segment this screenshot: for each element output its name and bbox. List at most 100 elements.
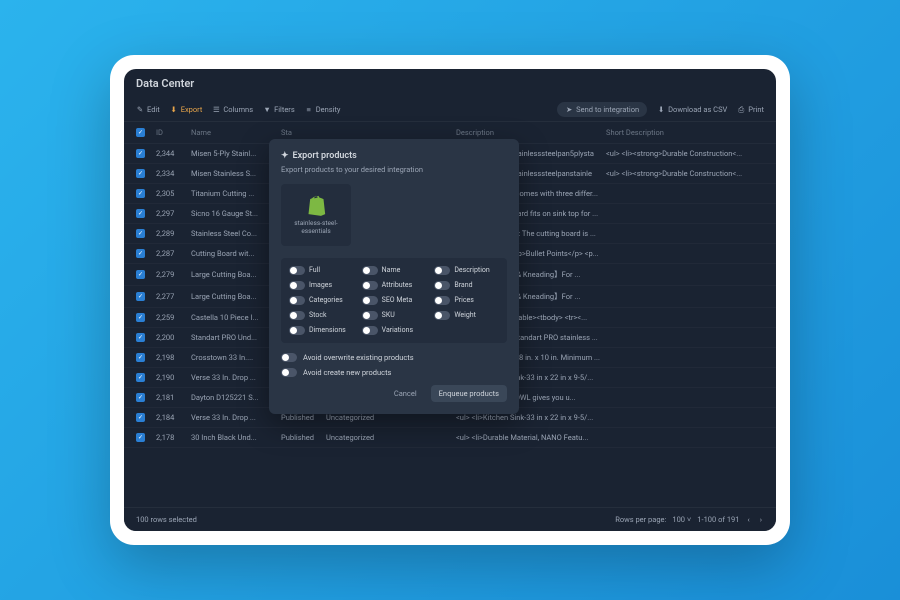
export-option: Images	[289, 281, 354, 290]
print-button[interactable]: ⎙ Print	[737, 105, 764, 114]
filter-icon: ▼	[263, 106, 271, 114]
cell-name: Misen Stainless S...	[191, 169, 281, 178]
table-row[interactable]: 2,17830 Inch Black Und...PublishedUncate…	[124, 428, 776, 448]
row-checkbox[interactable]	[136, 373, 145, 382]
pencil-icon: ✎	[136, 106, 144, 114]
header-status[interactable]: Sta	[281, 128, 326, 137]
header-type[interactable]	[326, 128, 456, 137]
row-checkbox[interactable]	[136, 270, 145, 279]
cell-id: 2,334	[156, 169, 191, 178]
export-option: Stock	[289, 311, 354, 320]
cell-name: Standart PRO Und...	[191, 333, 281, 342]
option-toggle[interactable]	[434, 266, 450, 275]
send-integration-button[interactable]: ➤ Send to integration	[557, 102, 647, 117]
row-checkbox[interactable]	[136, 393, 145, 402]
rows-per-page-select[interactable]: 100 ˅	[672, 515, 691, 524]
option-toggle[interactable]	[289, 296, 305, 305]
cell-id: 2,200	[156, 333, 191, 342]
row-checkbox[interactable]	[136, 249, 145, 258]
export-products-modal: ✦ Export products Export products to you…	[269, 139, 519, 414]
modal-subtitle: Export products to your desired integrat…	[281, 165, 507, 174]
cell-id: 2,287	[156, 249, 191, 258]
option-toggle[interactable]	[289, 311, 305, 320]
header-checkbox[interactable]	[136, 128, 156, 137]
option-label: Variations	[382, 326, 413, 334]
cell-name: Castella 10 Piece I...	[191, 313, 281, 322]
avoid-create-toggle[interactable]	[281, 368, 297, 377]
option-toggle[interactable]	[362, 266, 378, 275]
header-short-description[interactable]: Short Description	[606, 128, 764, 137]
avoid-overwrite-label: Avoid overwrite existing products	[303, 353, 414, 362]
integration-card[interactable]: stainless-steel-essentials	[281, 184, 351, 246]
option-toggle[interactable]	[289, 326, 305, 335]
pagination: Rows per page: 100 ˅ 1-100 of 191 ‹ ›	[615, 515, 764, 524]
export-button[interactable]: ⬇ Export	[170, 105, 203, 114]
option-label: SEO Meta	[382, 296, 413, 304]
enqueue-button[interactable]: Enqueue products	[431, 385, 507, 402]
avoid-create-row: Avoid create new products	[281, 368, 507, 377]
cell-name: Misen 5-Ply Stainl...	[191, 149, 281, 158]
columns-icon: ☰	[212, 106, 220, 114]
option-toggle[interactable]	[434, 296, 450, 305]
option-label: Dimensions	[309, 326, 346, 334]
row-checkbox[interactable]	[136, 333, 145, 342]
cancel-button[interactable]: Cancel	[386, 385, 425, 402]
option-label: Categories	[309, 296, 343, 304]
cell-name: Crosstown 33 In....	[191, 353, 281, 362]
option-toggle[interactable]	[362, 281, 378, 290]
filters-button[interactable]: ▼ Filters	[263, 105, 295, 114]
page-range: 1-100 of 191	[697, 515, 739, 524]
columns-label: Columns	[223, 105, 253, 114]
cell-id: 2,259	[156, 313, 191, 322]
cell-id: 2,305	[156, 189, 191, 198]
filters-label: Filters	[274, 105, 295, 114]
cell-name: Dayton D125221 S...	[191, 393, 281, 402]
row-checkbox[interactable]	[136, 413, 145, 422]
option-label: Name	[382, 266, 401, 274]
prev-page-button[interactable]: ‹	[745, 515, 751, 524]
row-checkbox[interactable]	[136, 149, 145, 158]
option-label: Full	[309, 266, 320, 274]
option-toggle[interactable]	[362, 326, 378, 335]
columns-button[interactable]: ☰ Columns	[212, 105, 253, 114]
download-label: Download as CSV	[668, 105, 727, 114]
option-toggle[interactable]	[289, 281, 305, 290]
option-toggle[interactable]	[362, 296, 378, 305]
edit-button[interactable]: ✎ Edit	[136, 105, 160, 114]
row-checkbox[interactable]	[136, 292, 145, 301]
cell-name: Verse 33 In. Drop ...	[191, 373, 281, 382]
next-page-button[interactable]: ›	[758, 515, 764, 524]
cell-status: Published	[281, 433, 326, 442]
export-option: Attributes	[362, 281, 427, 290]
header-name[interactable]: Name	[191, 128, 281, 137]
cell-id: 2,181	[156, 393, 191, 402]
export-option: Categories	[289, 296, 354, 305]
option-toggle[interactable]	[434, 311, 450, 320]
row-checkbox[interactable]	[136, 433, 145, 442]
cell-short-description: <ul> <li><strong>Durable Construction<..…	[606, 149, 764, 158]
cell-id: 2,198	[156, 353, 191, 362]
download-icon: ⬇	[170, 106, 178, 114]
row-checkbox[interactable]	[136, 169, 145, 178]
cell-id: 2,184	[156, 413, 191, 422]
header-description[interactable]: Description	[456, 128, 606, 137]
download-csv-button[interactable]: ⬇ Download as CSV	[657, 105, 727, 114]
download-icon: ⬇	[657, 106, 665, 114]
row-checkbox[interactable]	[136, 353, 145, 362]
export-option: Weight	[434, 311, 499, 320]
avoid-overwrite-toggle[interactable]	[281, 353, 297, 362]
row-checkbox[interactable]	[136, 313, 145, 322]
row-checkbox[interactable]	[136, 229, 145, 238]
option-toggle[interactable]	[289, 266, 305, 275]
send-icon: ➤	[565, 106, 573, 114]
toolbar: ✎ Edit ⬇ Export ☰ Columns ▼ Filters ≡ De…	[124, 98, 776, 122]
header-id[interactable]: ID	[156, 128, 191, 137]
option-toggle[interactable]	[434, 281, 450, 290]
app-screen: Data Center ✎ Edit ⬇ Export ☰ Columns ▼ …	[124, 69, 776, 531]
row-checkbox[interactable]	[136, 209, 145, 218]
density-button[interactable]: ≡ Density	[305, 105, 341, 114]
cell-id: 2,289	[156, 229, 191, 238]
row-checkbox[interactable]	[136, 189, 145, 198]
option-toggle[interactable]	[362, 311, 378, 320]
rows-per-page-label: Rows per page:	[615, 515, 666, 524]
